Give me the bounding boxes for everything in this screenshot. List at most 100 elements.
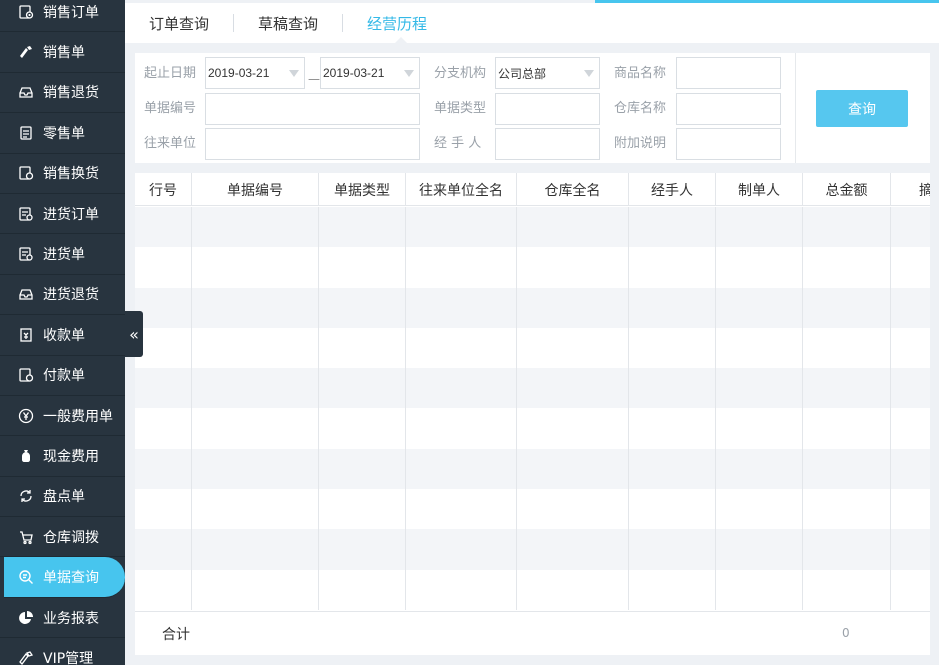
table-cell: [135, 247, 192, 288]
dropdown-caret-icon: [404, 70, 414, 77]
table-cell: [517, 408, 629, 449]
column-header[interactable]: 仓库全名: [517, 173, 629, 206]
table-row: [135, 247, 930, 288]
table-cell: [517, 247, 629, 288]
sidebar-item-2[interactable]: 销售单: [0, 32, 125, 73]
payment-icon: [16, 365, 36, 385]
table-cell: [803, 489, 891, 530]
sidebar-item-7[interactable]: 进货单: [0, 234, 125, 275]
date-from-select[interactable]: 2019-03-21: [205, 57, 305, 89]
active-tab-indicator: [395, 37, 407, 43]
table-cell: [192, 327, 319, 369]
branch-select[interactable]: 公司总部: [495, 57, 600, 89]
column-header[interactable]: 单据类型: [319, 173, 406, 206]
tab-bar: 订单查询 草稿查询 经营历程: [125, 3, 939, 43]
table-cell: [891, 247, 930, 287]
results-table: 行号 单据编号 单据类型 往来单位全名 仓库全名 经手人 制单人 总金额摘 合计 0: [135, 173, 930, 655]
partner-input[interactable]: [205, 128, 420, 160]
column-header[interactable]: 摘: [891, 173, 930, 206]
sidebar-collapse-button[interactable]: «: [125, 311, 143, 357]
sidebar-item-16[interactable]: 业务报表: [0, 598, 125, 639]
column-header[interactable]: 经手人: [629, 173, 716, 206]
table-cell: [319, 529, 406, 570]
sidebar-item-label: 销售退货: [43, 85, 99, 102]
table-cell: [135, 408, 192, 449]
table-cell: [406, 448, 517, 490]
note-input[interactable]: [676, 128, 781, 160]
handler-input[interactable]: [495, 128, 600, 160]
sidebar-item-10[interactable]: 付款单: [0, 356, 125, 396]
sidebar-item-4[interactable]: 零售单: [0, 113, 125, 154]
tab-business-history[interactable]: 经营历程: [343, 13, 451, 33]
product-name-input[interactable]: [676, 57, 781, 89]
doc-type-input[interactable]: [495, 93, 600, 125]
table-cell: [135, 529, 192, 570]
sidebar-item-9[interactable]: 收款单: [0, 315, 125, 356]
sidebar-item-1[interactable]: 销售订单: [0, 0, 125, 33]
table-cell: [629, 489, 716, 530]
table-cell: [135, 207, 192, 248]
table-cell: [716, 448, 803, 490]
sidebar-item-15[interactable]: 单据查询: [4, 557, 125, 598]
table-cell: [319, 408, 406, 449]
table-cell: [192, 569, 319, 610]
sidebar-item-12[interactable]: 现金费用: [0, 436, 125, 477]
date-to-select[interactable]: 2019-03-21: [320, 57, 420, 89]
sidebar-item-3[interactable]: 销售退货: [0, 73, 125, 114]
table-cell: [135, 287, 192, 328]
retail-slip-icon: [16, 123, 36, 143]
table-row: [135, 529, 930, 570]
table-cell: [192, 207, 319, 248]
column-header[interactable]: 行号: [135, 173, 192, 206]
sidebar-item-11[interactable]: 一般费用单: [0, 396, 125, 437]
warehouse-name-input[interactable]: [676, 93, 781, 125]
table-row: [135, 327, 930, 369]
table-cell: [716, 569, 803, 610]
main-content: 订单查询 草稿查询 经营历程 起止日期 2019-03-21 — 2019-03…: [125, 0, 939, 665]
doc-number-input[interactable]: [205, 93, 420, 125]
sidebar-item-5[interactable]: 销售换货: [0, 154, 125, 194]
table-cell: [629, 448, 716, 490]
purchase-order-icon: [16, 204, 36, 224]
stocktake-icon: [16, 486, 36, 506]
sidebar-item-6[interactable]: 进货订单: [0, 194, 125, 235]
table-cell: [135, 448, 192, 490]
branch-label: 分支机构: [434, 66, 487, 81]
sidebar-item-13[interactable]: 盘点单: [0, 477, 125, 518]
column-header[interactable]: 制单人: [716, 173, 803, 206]
tab-draft-query[interactable]: 草稿查询: [234, 13, 342, 33]
table-cell: [319, 368, 406, 409]
sidebar-item-8[interactable]: 进货退货: [0, 275, 125, 316]
table-cell: [135, 327, 192, 369]
table-cell: [629, 408, 716, 449]
sidebar-item-14[interactable]: 仓库调拨: [0, 517, 125, 558]
table-cell: [192, 368, 319, 409]
column-header[interactable]: 单据编号: [192, 173, 319, 206]
date-separator: —: [308, 72, 320, 86]
date-to-value: 2019-03-21: [323, 66, 385, 80]
doc-number-label: 单据编号: [144, 101, 197, 116]
table-cell: [891, 408, 930, 448]
doc-type-label: 单据类型: [434, 101, 487, 116]
purchase-return-icon: [16, 284, 36, 304]
column-header[interactable]: 往来单位全名: [406, 173, 517, 206]
table-cell: [319, 207, 406, 248]
table-row: [135, 448, 930, 490]
sidebar: 销售订单 销售单销售退货零售单销售换货进货订单 进货单 进货退货 收款单 付款单 一般费用单…: [0, 0, 125, 665]
sidebar-item-label: 销售换货: [43, 166, 99, 183]
table-cell: [803, 408, 891, 449]
date-range-label: 起止日期: [144, 66, 197, 81]
table-cell: [716, 327, 803, 369]
sales-exchange-icon: [16, 163, 36, 183]
table-cell: [135, 489, 192, 530]
table-cell: [629, 368, 716, 409]
partner-label: 往来单位: [144, 136, 197, 151]
sidebar-item-17[interactable]: VIP管理: [0, 638, 125, 665]
document-search-icon: [16, 567, 36, 587]
query-button[interactable]: 查询: [816, 90, 908, 127]
column-header[interactable]: 总金额: [803, 173, 891, 206]
table-cell: [135, 368, 192, 409]
table-cell: [319, 569, 406, 610]
tab-order-query[interactable]: 订单查询: [125, 13, 233, 33]
table-cell: [716, 287, 803, 328]
